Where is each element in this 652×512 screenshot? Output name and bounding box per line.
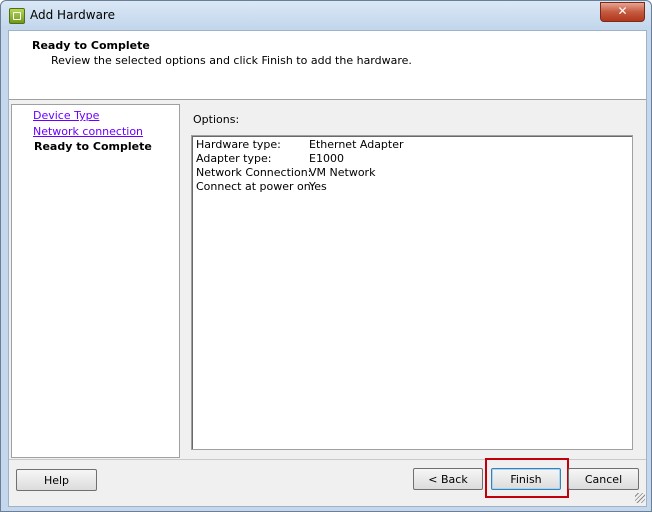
dialog-client-area: Ready to Complete Review the selected op…: [8, 30, 647, 507]
close-button[interactable]: ✕: [600, 2, 645, 22]
option-value: VM Network: [309, 166, 376, 179]
vsphere-app-icon: [9, 8, 25, 24]
title-bar[interactable]: Add Hardware ✕: [1, 1, 651, 29]
option-key: Network Connection:: [196, 166, 312, 179]
option-key: Hardware type:: [196, 138, 281, 151]
add-hardware-window: Add Hardware ✕ Ready to Complete Review …: [0, 0, 652, 512]
header-title: Ready to Complete: [32, 39, 150, 52]
window-title: Add Hardware: [30, 8, 115, 22]
options-label: Options:: [193, 113, 240, 126]
wizard-header: Ready to Complete Review the selected op…: [9, 31, 646, 100]
header-subtitle: Review the selected options and click Fi…: [51, 54, 412, 67]
option-key: Connect at power on:: [196, 180, 315, 193]
back-button[interactable]: < Back: [413, 468, 483, 490]
option-value: Ethernet Adapter: [309, 138, 404, 151]
option-value: E1000: [309, 152, 344, 165]
cancel-button[interactable]: Cancel: [568, 468, 639, 490]
finish-button[interactable]: Finish: [491, 468, 561, 490]
wizard-steps-panel: Device Type Network connection Ready to …: [11, 104, 180, 458]
nav-current-step: Ready to Complete: [34, 140, 152, 153]
resize-grip[interactable]: [635, 493, 645, 503]
help-button[interactable]: Help: [16, 469, 97, 491]
option-value: Yes: [309, 180, 327, 193]
nav-link-network-connection[interactable]: Network connection: [33, 125, 143, 138]
nav-link-device-type[interactable]: Device Type: [33, 109, 99, 122]
options-summary-box[interactable]: Hardware type: Ethernet Adapter Adapter …: [191, 135, 633, 450]
option-key: Adapter type:: [196, 152, 272, 165]
